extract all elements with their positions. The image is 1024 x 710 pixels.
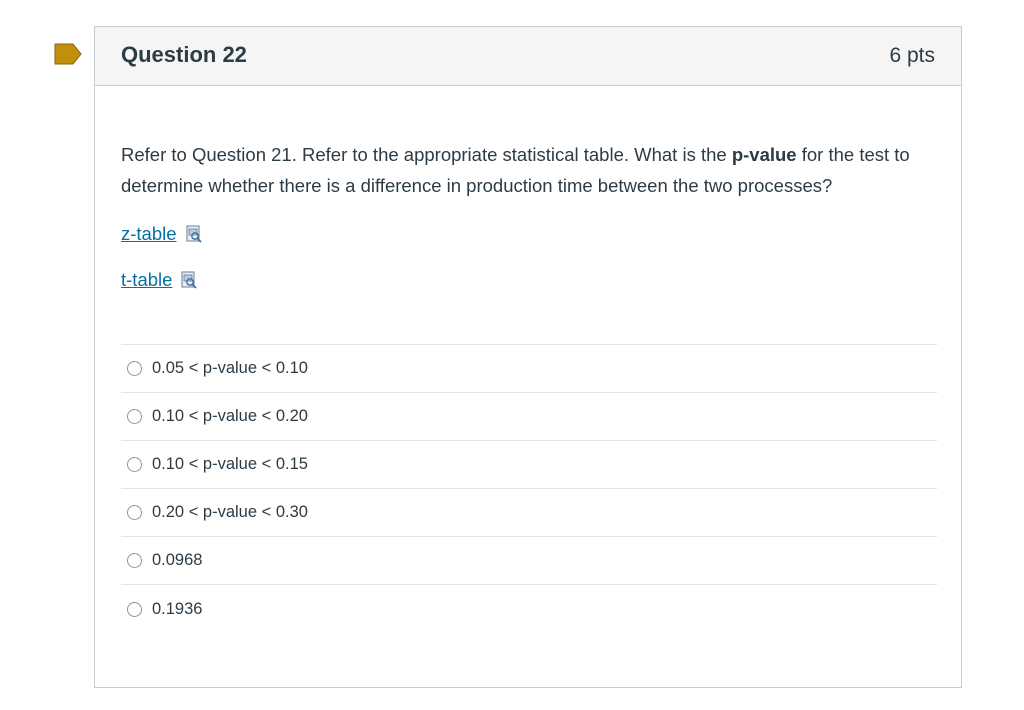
radio-button[interactable] — [127, 409, 142, 424]
z-table-link[interactable]: z-table — [121, 223, 177, 245]
answer-label: 0.0968 — [152, 551, 203, 569]
answer-label: 0.1936 — [152, 599, 203, 618]
answer-label: 0.20 < p-value < 0.30 — [152, 503, 308, 521]
question-body: Refer to Question 21. Refer to the appro… — [95, 140, 961, 633]
question-title: Question 22 — [121, 42, 247, 67]
question-card: Question 22 6 pts Refer to Question 21. … — [94, 26, 962, 688]
radio-button[interactable] — [127, 505, 142, 520]
question-points: 6 pts — [889, 44, 935, 67]
file-preview-icon[interactable] — [180, 271, 198, 289]
answer-label: 0.05 < p-value < 0.10 — [152, 359, 308, 377]
question-text: Refer to Question 21. Refer to the appro… — [121, 140, 937, 201]
answer-option[interactable]: 0.0968 — [121, 537, 937, 585]
answer-label: 0.10 < p-value < 0.15 — [152, 455, 308, 473]
answer-label: 0.10 < p-value < 0.20 — [152, 407, 308, 425]
answer-option[interactable]: 0.1936 — [121, 585, 937, 633]
question-header: Question 22 6 pts — [95, 27, 961, 86]
z-table-link-row: z-table — [121, 221, 935, 247]
t-table-link[interactable]: t-table — [121, 269, 172, 291]
question-text-part1: Refer to Question 21. Refer to the appro… — [121, 144, 732, 165]
radio-button[interactable] — [127, 361, 142, 376]
question-text-bold: p-value — [731, 144, 797, 165]
radio-button[interactable] — [127, 601, 142, 617]
answer-option[interactable]: 0.10 < p-value < 0.20 — [121, 393, 937, 441]
answer-option[interactable]: 0.20 < p-value < 0.30 — [121, 489, 937, 537]
radio-button[interactable] — [127, 457, 142, 472]
radio-button[interactable] — [127, 553, 142, 568]
answer-option[interactable]: 0.05 < p-value < 0.10 — [121, 345, 937, 393]
t-table-link-row: t-table — [121, 267, 935, 293]
answer-option[interactable]: 0.10 < p-value < 0.15 — [121, 441, 937, 489]
bookmark-flag-icon[interactable] — [54, 43, 82, 65]
answer-list: 0.05 < p-value < 0.10 0.10 < p-value < 0… — [121, 344, 937, 633]
file-preview-icon[interactable] — [185, 225, 203, 243]
